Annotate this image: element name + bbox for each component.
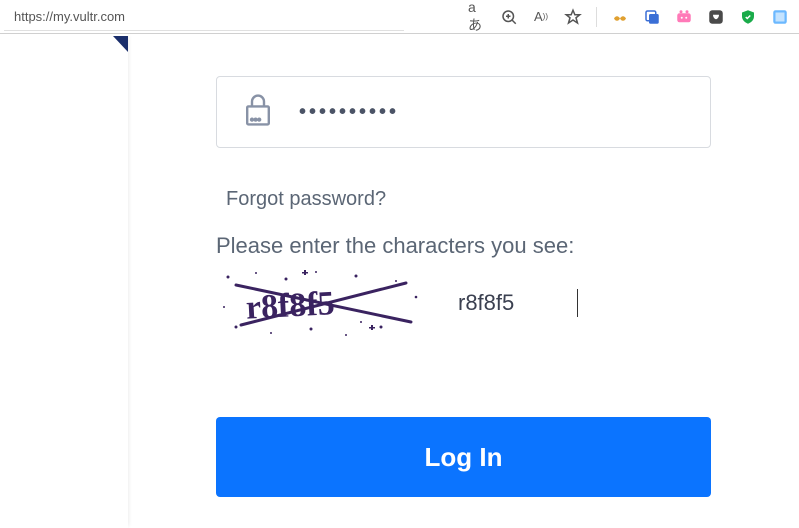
lock-icon [243, 92, 273, 133]
favorite-icon[interactable] [564, 8, 582, 26]
login-button[interactable]: Log In [216, 417, 711, 497]
address-bar[interactable]: https://my.vultr.com [4, 3, 404, 31]
forgot-password-link[interactable]: Forgot password? [216, 188, 711, 211]
captcha-row: r8f8f5 [216, 267, 711, 339]
read-aloud-icon[interactable]: A)) [532, 8, 550, 26]
password-field-container[interactable]: •••••••••• [216, 76, 711, 148]
password-input[interactable]: •••••••••• [299, 101, 399, 124]
login-form: •••••••••• Forgot password? Please enter… [128, 34, 799, 528]
page-body: •••••••••• Forgot password? Please enter… [0, 34, 799, 528]
browser-chrome: https://my.vultr.com aあ A)) [0, 0, 799, 34]
extension-icon-4[interactable] [707, 8, 725, 26]
captcha-input[interactable] [458, 289, 578, 317]
divider [596, 7, 597, 27]
extension-icon-1[interactable] [611, 8, 629, 26]
extension-icon-3[interactable] [675, 8, 693, 26]
logo-fragment [113, 36, 128, 52]
captcha-prompt: Please enter the characters you see: [216, 233, 711, 259]
left-rail [0, 34, 128, 528]
extension-icon-5[interactable] [739, 8, 757, 26]
translate-icon[interactable]: aあ [468, 8, 486, 26]
extension-icon-6[interactable] [771, 8, 789, 26]
extension-icon-2[interactable] [643, 8, 661, 26]
zoom-icon[interactable] [500, 8, 518, 26]
chrome-actions: aあ A)) [468, 7, 795, 27]
svg-text:r8f8f5: r8f8f5 [245, 285, 336, 327]
captcha-image: r8f8f5 [216, 267, 426, 339]
